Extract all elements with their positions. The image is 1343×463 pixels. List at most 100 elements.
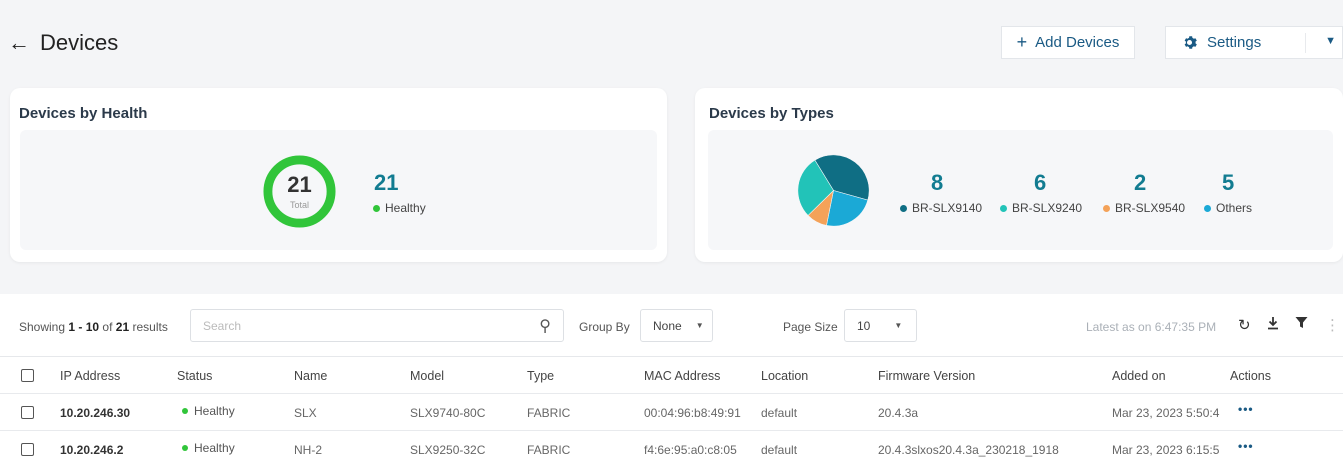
search-icon[interactable]: ⚲ [539, 316, 551, 336]
mac-cell: f4:6e:95:a0:c8:05 [644, 443, 737, 457]
more-vertical-icon[interactable]: ⋮ [1325, 316, 1340, 334]
legend-dot [1000, 204, 1007, 212]
results-label: results [132, 320, 168, 334]
type-legend-item: Others [1204, 201, 1252, 215]
devices-by-health-card: Devices by Health 21 Total 21 Healthy [10, 88, 667, 262]
table-row[interactable]: 10.20.246.30 Healthy SLX SLX9740-80C FAB… [0, 394, 1343, 431]
healthy-label: Healthy [385, 201, 426, 215]
health-card-title: Devices by Health [19, 105, 148, 122]
column-header-status[interactable]: Status [177, 369, 212, 383]
healthy-legend: Healthy [373, 201, 426, 215]
column-header-firmware[interactable]: Firmware Version [878, 369, 975, 383]
settings-label: Settings [1207, 34, 1262, 51]
of-label: of [102, 320, 113, 334]
column-header-type[interactable]: Type [527, 369, 554, 383]
search-input[interactable] [191, 310, 511, 341]
page-size-select[interactable]: 10 ▼ [844, 309, 917, 342]
table-row[interactable]: 10.20.246.2 Healthy NH-2 SLX9250-32C FAB… [0, 431, 1343, 463]
showing-label: Showing [19, 320, 66, 334]
row-checkbox[interactable] [21, 443, 34, 456]
type-label: BR-SLX9240 [1012, 201, 1083, 215]
results-summary: Showing 1 - 10 of 21 results [19, 320, 168, 334]
type-label: Others [1216, 201, 1253, 215]
legend-dot [1204, 204, 1211, 212]
status-dot [182, 445, 188, 451]
devices-by-types-card: Devices by Types 8 BR-SLX9140 6 BR-SLX92… [695, 88, 1343, 262]
type-cell: FABRIC [527, 443, 571, 457]
gear-icon [1184, 36, 1197, 49]
model-cell: SLX9740-80C [410, 406, 486, 420]
type-count: 5 [1222, 170, 1235, 195]
type-legend-item: BR-SLX9240 [1000, 201, 1082, 215]
select-all-checkbox[interactable] [21, 369, 34, 382]
column-header-location[interactable]: Location [761, 369, 808, 383]
column-header-actions: Actions [1230, 369, 1271, 383]
column-header-ip[interactable]: IP Address [60, 369, 120, 383]
devices-table: IP Address Status Name Model Type MAC Ad… [0, 357, 1343, 463]
status-text: Healthy [194, 441, 235, 455]
column-header-mac[interactable]: MAC Address [644, 369, 720, 383]
firmware-cell: 20.4.3a [878, 406, 919, 420]
health-card-body: 21 Total 21 Healthy [20, 130, 657, 250]
type-label: BR-SLX9540 [1115, 201, 1186, 215]
mac-cell: 00:04:96:b8:49:91 [644, 406, 741, 420]
type-legend-item: BR-SLX9540 [1103, 201, 1185, 215]
ip-cell: 10.20.246.2 [60, 443, 124, 457]
back-arrow-icon[interactable]: ← [8, 32, 30, 54]
status-dot [182, 408, 188, 414]
results-range: 1 - 10 [68, 320, 100, 334]
more-actions-icon[interactable]: ••• [1238, 439, 1254, 453]
add-devices-label: Add Devices [1035, 34, 1120, 51]
type-count: 6 [1034, 170, 1047, 195]
type-label: BR-SLX9140 [912, 201, 983, 215]
group-by-select[interactable]: None ▼ [640, 309, 713, 342]
legend-dot [1103, 204, 1110, 212]
download-icon[interactable] [1266, 316, 1280, 334]
status-cell: Healthy [182, 404, 235, 418]
column-header-added[interactable]: Added on [1112, 369, 1166, 383]
location-cell: default [761, 406, 798, 420]
name-cell: NH-2 [294, 443, 323, 457]
page-title: Devices [40, 30, 119, 55]
add-devices-button[interactable]: + Add Devices [1001, 26, 1135, 59]
last-updated: Latest as on 6:47:35 PM [1086, 320, 1217, 334]
chevron-down-icon: ▼ [695, 321, 704, 330]
page-size-value: 10 [857, 318, 871, 333]
type-count: 8 [931, 170, 944, 195]
chevron-down-icon[interactable]: ▼ [1325, 35, 1336, 47]
divider [1305, 33, 1306, 53]
name-cell: SLX [294, 406, 317, 420]
more-actions-icon[interactable]: ••• [1238, 402, 1254, 416]
location-cell: default [761, 443, 798, 457]
row-checkbox[interactable] [21, 406, 34, 419]
chevron-down-icon: ▼ [894, 321, 903, 330]
added-cell: Mar 23, 2023 6:15:5 [1112, 443, 1220, 457]
healthy-count: 21 [374, 170, 399, 195]
search-box[interactable]: ⚲ [190, 309, 564, 342]
group-by-value: None [653, 318, 682, 333]
model-cell: SLX9250-32C [410, 443, 486, 457]
results-total: 21 [115, 320, 130, 334]
page-size-label: Page Size [783, 320, 838, 334]
group-by-label: Group By [579, 320, 630, 334]
healthy-dot [373, 204, 380, 212]
table-toolbar: Showing 1 - 10 of 21 results ⚲ Group By … [0, 294, 1343, 357]
firmware-cell: 20.4.3slxos20.4.3a_230218_1918 [878, 443, 1059, 457]
types-card-body: 8 BR-SLX9140 6 BR-SLX9240 2 BR-SLX9540 5… [708, 130, 1333, 250]
column-header-name[interactable]: Name [294, 369, 327, 383]
ip-cell: 10.20.246.30 [60, 406, 131, 420]
type-legend-item: BR-SLX9140 [900, 201, 982, 215]
type-count: 2 [1134, 170, 1147, 195]
status-text: Healthy [194, 404, 235, 418]
types-card-title: Devices by Types [709, 105, 834, 122]
legend-dot [900, 204, 907, 212]
column-header-model[interactable]: Model [410, 369, 444, 383]
total-value: 21 [287, 172, 312, 197]
type-cell: FABRIC [527, 406, 571, 420]
types-pie-chart [797, 154, 870, 227]
filter-icon[interactable] [1295, 316, 1308, 333]
refresh-icon[interactable]: ↻ [1238, 316, 1251, 334]
settings-button[interactable]: Settings ▼ [1165, 26, 1343, 59]
table-header-row: IP Address Status Name Model Type MAC Ad… [0, 357, 1343, 394]
page-header: ← Devices [8, 28, 118, 58]
